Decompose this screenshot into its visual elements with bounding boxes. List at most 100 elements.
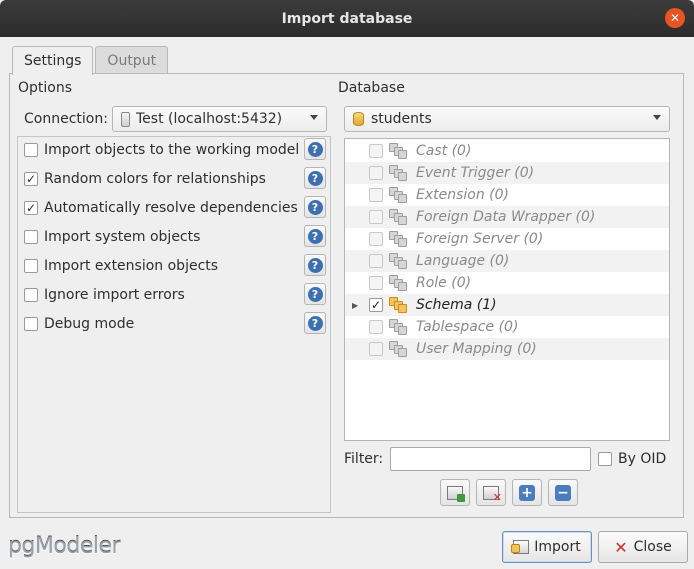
help-icon: ? (307, 257, 323, 273)
chevron-down-icon (653, 115, 661, 120)
tree-item-role[interactable]: Role (0) (345, 272, 669, 294)
import-icon (511, 540, 530, 554)
tree-checkbox[interactable] (369, 232, 383, 246)
clear-all-button[interactable]: ✕ (476, 479, 506, 506)
import-label: Import (534, 539, 581, 555)
option-label: Import system objects (44, 229, 201, 245)
checkbox[interactable]: ✓ (24, 172, 38, 186)
close-label: Close (633, 539, 672, 555)
checkbox[interactable]: ✓ (24, 201, 38, 215)
connection-label: Connection: (24, 111, 108, 127)
tree-item-cast[interactable]: Cast (0) (345, 140, 669, 162)
tree-item-tablespace[interactable]: Tablespace (0) (345, 316, 669, 338)
chevron-down-icon (310, 115, 318, 120)
help-button[interactable]: ? (304, 312, 326, 334)
checkbox[interactable] (24, 288, 38, 302)
tree-item-foreign-server[interactable]: Foreign Server (0) (345, 228, 669, 250)
close-button[interactable]: ✕ Close (598, 531, 688, 563)
tree-checkbox[interactable] (369, 188, 383, 202)
tree-item-foreign-data-wrapper[interactable]: Foreign Data Wrapper (0) (345, 206, 669, 228)
tree-checkbox[interactable] (369, 166, 383, 180)
tree-item-label: Tablespace (0) (416, 319, 519, 335)
collapse-all-button[interactable]: − (548, 479, 578, 506)
database-icon (353, 112, 364, 126)
clear-all-icon: ✕ (483, 485, 502, 504)
checkbox[interactable] (24, 230, 38, 244)
window-close-button[interactable]: ✕ (665, 8, 685, 28)
tree-checkbox[interactable] (369, 254, 383, 268)
option-label: Debug mode (44, 316, 135, 332)
tree-item-label: Schema (1) (416, 297, 497, 313)
help-icon: ? (307, 170, 323, 186)
help-icon: ? (307, 228, 323, 244)
option-import-system-objects[interactable]: Import system objects ? (24, 224, 326, 250)
help-button[interactable]: ? (304, 196, 326, 218)
help-button[interactable]: ? (304, 283, 326, 305)
tab-settings[interactable]: Settings (12, 46, 94, 75)
checkbox[interactable] (24, 259, 38, 273)
tree-item-label: Foreign Server (0) (416, 231, 544, 247)
option-label: Random colors for relationships (44, 171, 266, 187)
tree-item-label: Extension (0) (416, 187, 510, 203)
tree-item-event-trigger[interactable]: Event Trigger (0) (345, 162, 669, 184)
tree-checkbox[interactable]: ✓ (369, 298, 383, 312)
expand-arrow-icon[interactable]: ▶ (352, 301, 362, 310)
option-debug-mode[interactable]: Debug mode ? (24, 311, 326, 337)
tree-checkbox[interactable] (369, 320, 383, 334)
help-button[interactable]: ? (304, 167, 326, 189)
by-oid-label: By OID (618, 451, 667, 467)
tree-checkbox[interactable] (369, 342, 383, 356)
tree-item-schema[interactable]: ▶ ✓ Schema (1) (345, 294, 669, 316)
tree-item-user-mapping[interactable]: User Mapping (0) (345, 338, 669, 360)
server-icon (121, 111, 130, 127)
foreign-server-icon (389, 231, 407, 247)
help-button[interactable]: ? (304, 254, 326, 276)
help-icon: ? (307, 286, 323, 302)
object-tree[interactable]: Cast (0) Event Trigger (0) Extension (0)… (344, 138, 670, 441)
checkbox[interactable] (24, 143, 38, 157)
option-import-extension-objects[interactable]: Import extension objects ? (24, 253, 326, 279)
import-button[interactable]: Import (502, 531, 592, 563)
expand-all-button[interactable]: + (512, 479, 542, 506)
help-icon: ? (307, 141, 323, 157)
help-button[interactable]: ? (304, 138, 326, 160)
filter-input[interactable] (390, 447, 591, 471)
tree-item-label: Language (0) (416, 253, 510, 269)
database-title: Database (338, 80, 405, 96)
tree-item-label: Role (0) (416, 275, 472, 291)
tablespace-icon (389, 319, 407, 335)
role-icon (389, 275, 407, 291)
option-random-colors[interactable]: ✓ Random colors for relationships ? (24, 166, 326, 192)
tree-item-language[interactable]: Language (0) (345, 250, 669, 272)
option-resolve-dependencies[interactable]: ✓ Automatically resolve dependencies ? (24, 195, 326, 221)
connection-value: Test (localhost:5432) (136, 111, 283, 127)
database-selected: students (371, 111, 432, 127)
options-title: Options (18, 80, 73, 96)
tab-output[interactable]: Output (95, 46, 169, 74)
extension-icon (389, 187, 407, 203)
tree-item-label: Event Trigger (0) (416, 165, 535, 181)
option-ignore-import-errors[interactable]: Ignore import errors ? (24, 282, 326, 308)
close-icon: ✕ (614, 537, 628, 557)
by-oid-checkbox[interactable] (598, 452, 612, 466)
tree-item-label: User Mapping (0) (416, 341, 537, 357)
option-import-to-working-model[interactable]: Import objects to the working model ? (24, 137, 326, 163)
tree-checkbox[interactable] (369, 210, 383, 224)
tree-checkbox[interactable] (369, 144, 383, 158)
option-label: Import objects to the working model (44, 142, 300, 158)
connection-combo[interactable]: Test (localhost:5432) (112, 106, 327, 132)
checkbox[interactable] (24, 317, 38, 331)
option-label: Automatically resolve dependencies (44, 200, 298, 216)
foreign-data-wrapper-icon (389, 209, 407, 225)
help-button[interactable]: ? (304, 225, 326, 247)
title-bar: Import database ✕ (0, 0, 694, 37)
options-list: Import objects to the working model ? ✓ … (17, 136, 331, 513)
minus-icon: − (555, 484, 571, 501)
tree-item-label: Cast (0) (416, 143, 472, 159)
tree-checkbox[interactable] (369, 276, 383, 290)
window-title: Import database (281, 10, 413, 27)
database-combo[interactable]: students (344, 106, 670, 132)
select-all-button[interactable] (440, 479, 470, 506)
tree-item-extension[interactable]: Extension (0) (345, 184, 669, 206)
by-oid-option[interactable]: By OID (598, 451, 666, 467)
